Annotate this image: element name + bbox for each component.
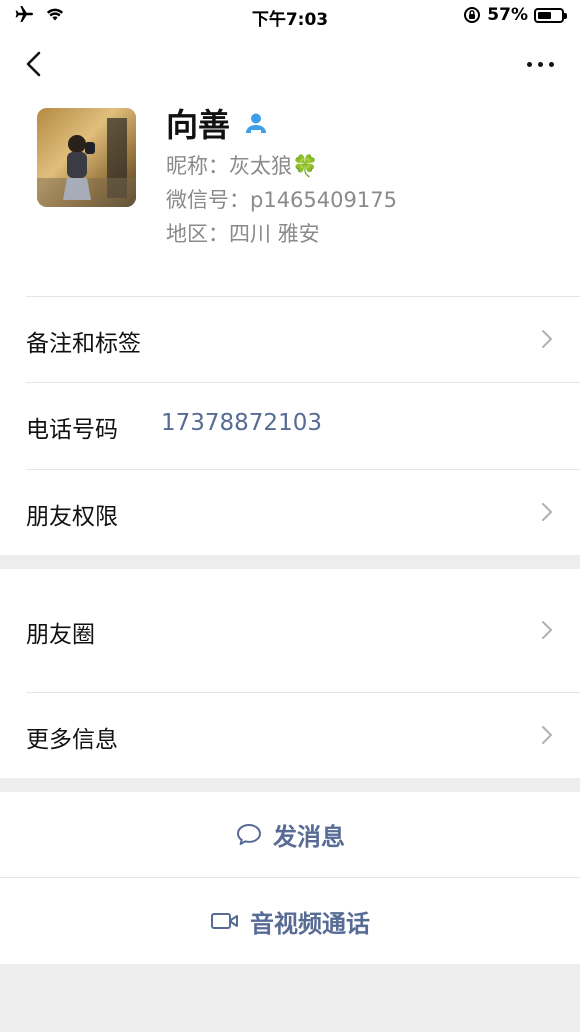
phone-row[interactable]: 电话号码 17378872103	[0, 382, 580, 469]
phone-number[interactable]: 17378872103	[161, 410, 322, 436]
send-message-button[interactable]: 发消息	[0, 792, 580, 877]
battery-fill	[538, 11, 551, 19]
contact-profile-screen: 下午7:03 57% 向善 昵称：灰太狼🍀 微信号：p1465409175 地区…	[0, 0, 580, 1032]
chat-bubble-icon	[237, 823, 261, 845]
divider	[26, 296, 580, 297]
status-right: 57%	[463, 5, 567, 25]
region-text: 地区：四川 雅安	[166, 222, 320, 246]
notes-tags-label: 备注和标签	[26, 331, 141, 357]
name-row: 向善	[166, 100, 268, 146]
notes-tags-row[interactable]: 备注和标签	[0, 296, 580, 382]
battery-cap	[564, 12, 567, 19]
phone-label: 电话号码	[26, 417, 118, 443]
chevron-right-icon	[542, 330, 552, 348]
divider	[26, 692, 580, 693]
chevron-right-icon	[542, 726, 552, 744]
contact-person-icon	[246, 113, 267, 133]
wechat-id-text: 微信号：p1465409175	[166, 188, 397, 212]
status-bar: 下午7:03 57%	[0, 0, 580, 34]
chevron-right-icon	[542, 621, 552, 639]
moments-label: 朋友圈	[26, 622, 95, 648]
av-call-button[interactable]: 音视频通话	[0, 878, 580, 964]
send-message-label: 发消息	[273, 823, 345, 851]
more-info-label: 更多信息	[26, 727, 118, 753]
nickname-text: 昵称：灰太狼🍀	[166, 154, 319, 178]
divider	[26, 382, 580, 383]
back-button[interactable]	[18, 48, 50, 80]
friend-permissions-row[interactable]: 朋友权限	[0, 469, 580, 555]
more-info-row[interactable]: 更多信息	[0, 692, 580, 778]
chevron-right-icon	[542, 503, 552, 521]
divider	[26, 469, 580, 470]
more-dot	[527, 62, 532, 67]
more-dot	[549, 62, 554, 67]
contact-name: 向善	[166, 106, 231, 144]
profile-header: 向善 昵称：灰太狼🍀 微信号：p1465409175 地区：四川 雅安	[0, 94, 580, 296]
orientation-lock-icon	[464, 7, 481, 23]
battery-icon	[534, 7, 567, 23]
nav-bar	[0, 34, 580, 94]
video-camera-icon	[211, 913, 238, 929]
more-dot	[538, 62, 543, 67]
friend-permissions-label: 朋友权限	[26, 504, 118, 530]
avatar-photo	[37, 108, 136, 207]
battery-percent: 57%	[487, 5, 528, 25]
moments-row[interactable]: 朋友圈	[0, 569, 580, 692]
av-call-label: 音视频通话	[250, 909, 370, 938]
more-button[interactable]	[527, 62, 554, 67]
chevron-left-icon	[26, 51, 41, 77]
avatar[interactable]	[37, 108, 136, 207]
